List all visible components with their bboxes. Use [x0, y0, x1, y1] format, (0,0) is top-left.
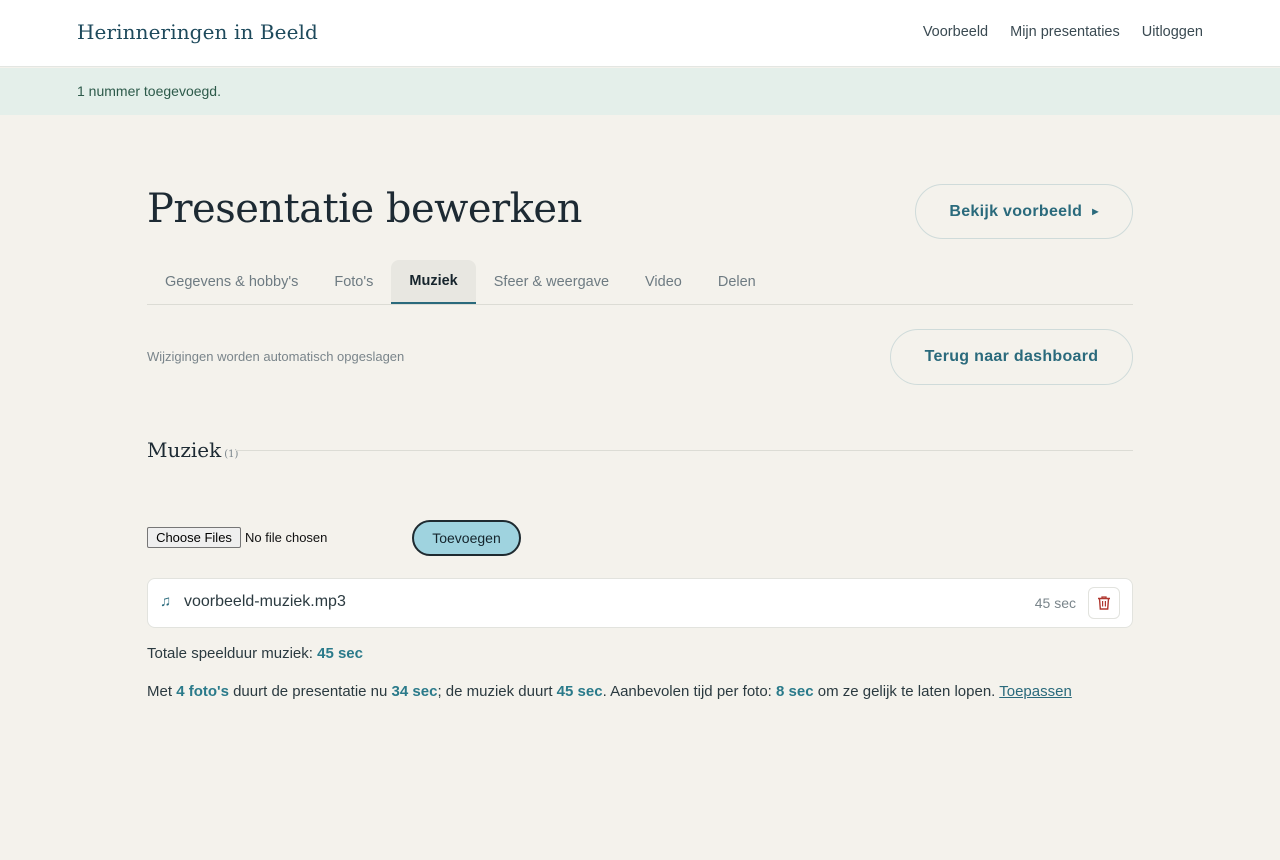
choose-files-button[interactable]: Choose Files [147, 527, 241, 548]
top-bar: Herinneringen in Beeld Voorbeeld Mijn pr… [0, 0, 1280, 67]
per-photo-duration: 8 sec [776, 683, 814, 700]
track-duration: 45 sec [1034, 595, 1076, 611]
summary-text-4: . Aanbevolen tijd per foto: [602, 683, 777, 700]
dashboard-button[interactable]: Terug naar dashboard [890, 329, 1133, 385]
main-nav: Voorbeeld Mijn presentaties Uitloggen [923, 24, 1203, 40]
trash-icon [1098, 596, 1110, 610]
tab-video[interactable]: Video [627, 260, 700, 304]
flash-message: 1 nummer toegevoegd. [0, 68, 1280, 115]
section-divider [236, 450, 1133, 451]
tab-muziek[interactable]: Muziek [391, 260, 476, 304]
photo-count: 4 foto's [176, 683, 229, 700]
autosave-note: Wijzigingen worden automatisch opgeslage… [147, 349, 405, 364]
timing-summary: Met 4 foto's duurt de presentatie nu 34 … [147, 683, 1072, 700]
summary-text-1: Met [147, 683, 177, 700]
summary-text-5: om ze gelijk te laten lopen. [813, 683, 1000, 700]
tab-gegevens[interactable]: Gegevens & hobby's [147, 260, 316, 304]
brand-logo[interactable]: Herinneringen in Beeld [77, 20, 318, 44]
page-title: Presentatie bewerken [147, 186, 582, 232]
delete-track-button[interactable] [1088, 587, 1120, 619]
preview-button-label: Bekijk voorbeeld [949, 202, 1083, 220]
nav-uitloggen[interactable]: Uitloggen [1142, 24, 1203, 40]
total-value: 45 sec [317, 645, 363, 662]
add-button[interactable]: Toevoegen [412, 520, 521, 556]
track-name: voorbeeld-muziek.mp3 [184, 593, 346, 610]
music-duration: 45 sec [556, 683, 603, 700]
tab-sfeer[interactable]: Sfeer & weergave [476, 260, 627, 304]
total-duration: Totale speelduur muziek: 45 sec [147, 645, 363, 662]
file-status: No file chosen [245, 530, 328, 545]
music-note-icon: ♫ [160, 593, 172, 610]
summary-text-2: duurt de presentatie nu [228, 683, 392, 700]
preview-button[interactable]: Bekijk voorbeeld ▶ [915, 184, 1133, 239]
apply-link[interactable]: Toepassen [999, 683, 1072, 700]
section-title-text: Muziek [147, 438, 222, 462]
flash-text: 1 nummer toegevoegd. [77, 83, 221, 99]
summary-text-3: ; de muziek duurt [437, 683, 557, 700]
presentation-duration: 34 sec [391, 683, 438, 700]
tab-delen[interactable]: Delen [700, 260, 774, 304]
play-icon: ▶ [1092, 207, 1099, 216]
nav-voorbeeld[interactable]: Voorbeeld [923, 24, 988, 40]
total-label: Totale speelduur muziek: [147, 645, 313, 662]
tab-fotos[interactable]: Foto's [316, 260, 391, 304]
track-row: ♫ voorbeeld-muziek.mp3 45 sec [147, 578, 1133, 628]
tab-bar: Gegevens & hobby's Foto's Muziek Sfeer &… [147, 260, 1133, 305]
nav-mijn-presentaties[interactable]: Mijn presentaties [1010, 24, 1120, 40]
section-title: Muziek (1) [147, 438, 238, 462]
